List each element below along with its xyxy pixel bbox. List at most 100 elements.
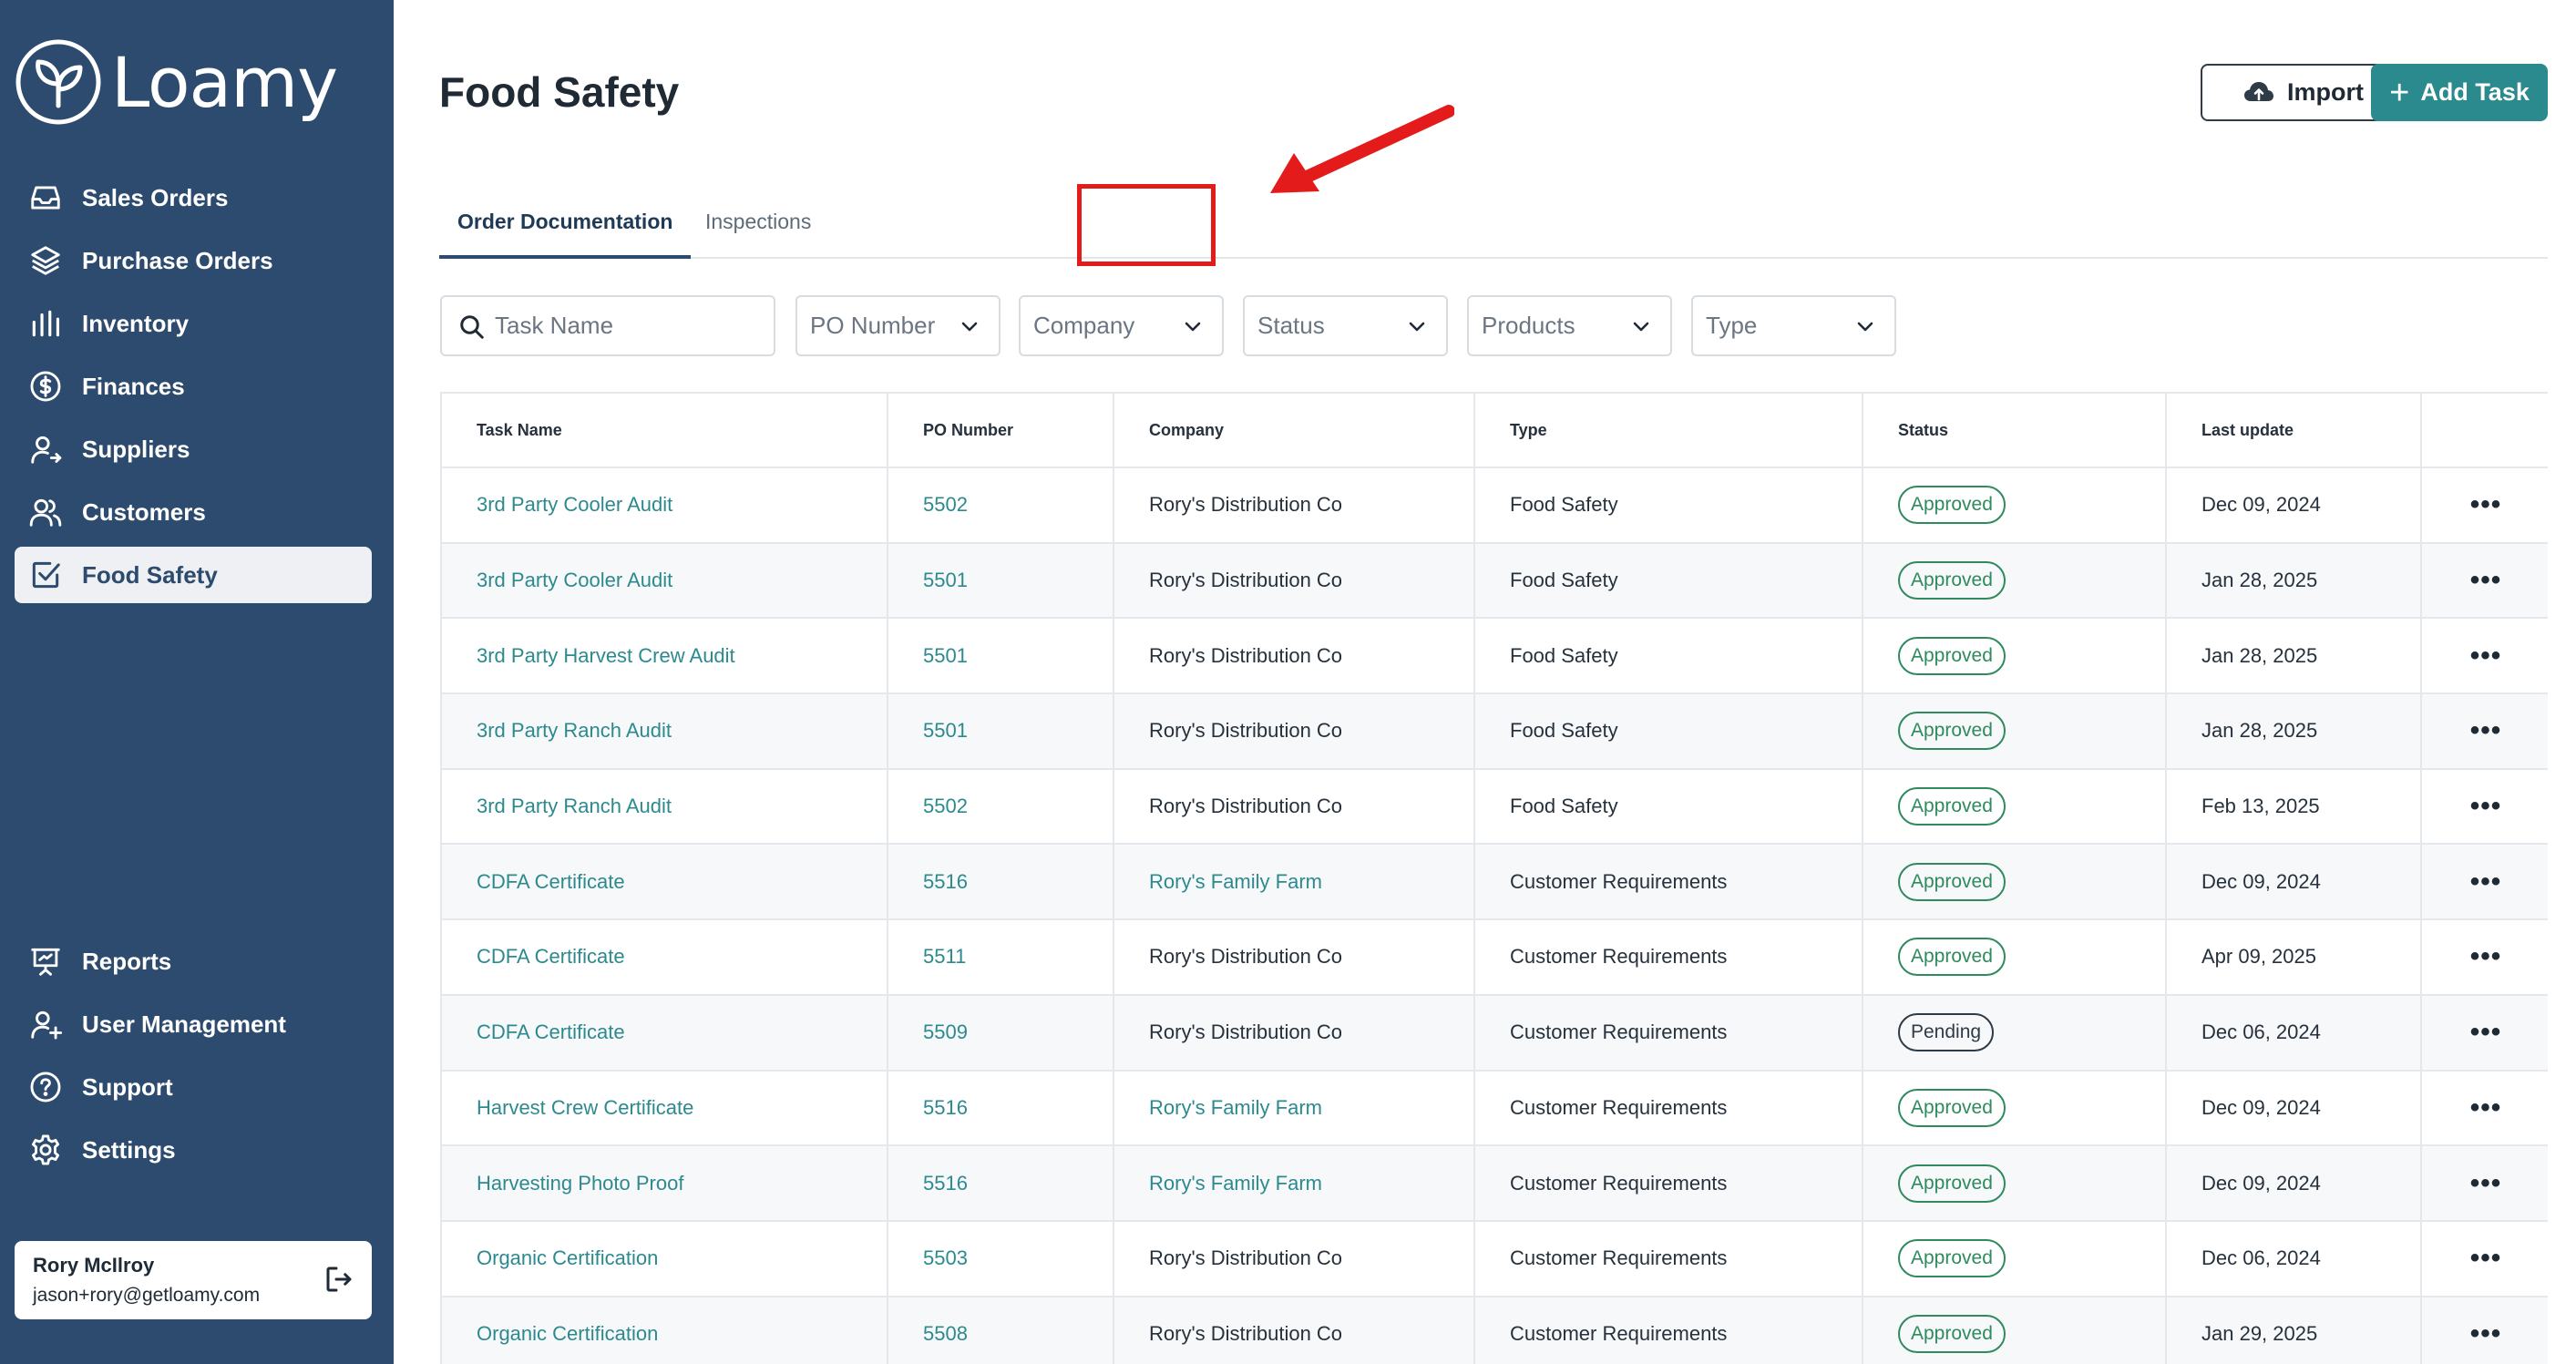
row-actions-cell: •••	[2422, 996, 2550, 1070]
table-header-row: Task Name PO Number Company Type Status …	[442, 394, 2548, 468]
table-row[interactable]: Harvesting Photo Proof 5516 Rory's Family …	[442, 1146, 2548, 1222]
po-number-link[interactable]: 5502	[923, 493, 968, 517]
more-options-icon[interactable]: •••	[2470, 717, 2502, 744]
type-cell: Customer Requirements	[1475, 1146, 1863, 1220]
task-name-link[interactable]: Organic Certification	[477, 1246, 658, 1270]
sidebar-item-finances[interactable]: Finances	[15, 358, 372, 415]
table-row[interactable]: 3rd Party Cooler Audit 5502 Rory's Distrib…	[442, 468, 2548, 544]
table-row[interactable]: Organic Certification 5503 Rory's Distribu…	[442, 1221, 2548, 1297]
task-name-search-input[interactable]: Task Name	[440, 295, 775, 356]
task-name-link[interactable]: 3rd Party Ranch Audit	[477, 795, 672, 818]
task-name-link[interactable]: CDFA Certificate	[477, 870, 625, 894]
po-number-link[interactable]: 5501	[923, 644, 968, 668]
company-cell: Rory's Distribution Co	[1114, 468, 1475, 542]
company-name[interactable]: Rory's Family Farm	[1149, 870, 1322, 894]
company-name[interactable]: Rory's Family Farm	[1149, 1096, 1322, 1120]
last-update-text: Dec 06, 2024	[2201, 1246, 2321, 1270]
type-text: Food Safety	[1510, 493, 1618, 517]
po-number-cell: 5503	[888, 1221, 1114, 1296]
status-filter[interactable]: Status	[1243, 295, 1448, 356]
sidebar-item-label: Settings	[82, 1135, 176, 1164]
table-row[interactable]: Harvest Crew Certificate 5516 Rory's Famil…	[442, 1071, 2548, 1147]
po-number-cell: 5516	[888, 1071, 1114, 1145]
logout-icon[interactable]	[323, 1263, 355, 1296]
company-cell: Rory's Family Farm	[1114, 1071, 1475, 1145]
users-icon	[27, 494, 64, 530]
sidebar-item-settings[interactable]: Settings	[15, 1122, 372, 1178]
sidebar-item-inventory[interactable]: Inventory	[15, 295, 372, 352]
po-number-link[interactable]: 5503	[923, 1246, 968, 1270]
task-name-link[interactable]: 3rd Party Cooler Audit	[477, 493, 672, 517]
table-row[interactable]: CDFA Certificate 5511 Rory's Distribution …	[442, 920, 2548, 996]
po-number-filter[interactable]: PO Number	[795, 295, 1001, 356]
po-number-link[interactable]: 5502	[923, 795, 968, 818]
po-number-link[interactable]: 5501	[923, 569, 968, 592]
column-header-type[interactable]: Type	[1475, 394, 1863, 467]
po-number-link[interactable]: 5511	[923, 945, 966, 969]
sidebar-item-purchase-orders[interactable]: Purchase Orders	[15, 232, 372, 289]
po-number-link[interactable]: 5509	[923, 1020, 968, 1044]
po-number-link[interactable]: 5516	[923, 1172, 968, 1195]
type-filter[interactable]: Type	[1691, 295, 1896, 356]
more-options-icon[interactable]: •••	[2470, 491, 2502, 518]
logo[interactable]: Loamy	[15, 36, 338, 128]
task-name-link[interactable]: CDFA Certificate	[477, 1020, 625, 1044]
last-update-cell: Dec 09, 2024	[2167, 1146, 2422, 1220]
task-name-link[interactable]: 3rd Party Harvest Crew Audit	[477, 644, 735, 668]
task-name-link[interactable]: CDFA Certificate	[477, 945, 625, 969]
column-header-last-update[interactable]: Last update	[2167, 394, 2422, 467]
table-row[interactable]: Organic Certification 5508 Rory's Distribu…	[442, 1297, 2548, 1364]
more-options-icon[interactable]: •••	[2470, 1169, 2502, 1197]
table-row[interactable]: 3rd Party Ranch Audit 5501 Rory's Distribu…	[442, 694, 2548, 770]
more-options-icon[interactable]: •••	[2470, 1019, 2502, 1046]
tab-bar: Order Documentation Inspections	[439, 193, 2548, 259]
table-row[interactable]: CDFA Certificate 5516 Rory's Family Farm Cu…	[442, 845, 2548, 921]
task-name-link[interactable]: 3rd Party Ranch Audit	[477, 719, 672, 743]
sidebar-item-sales-orders[interactable]: Sales Orders	[15, 169, 372, 226]
po-number-link[interactable]: 5508	[923, 1322, 968, 1346]
more-options-icon[interactable]: •••	[2470, 1245, 2502, 1272]
column-header-po-number[interactable]: PO Number	[888, 394, 1114, 467]
sidebar-item-customers[interactable]: Customers	[15, 484, 372, 540]
table-row[interactable]: 3rd Party Harvest Crew Audit 5501 Rory's D…	[442, 619, 2548, 695]
company-name[interactable]: Rory's Family Farm	[1149, 1172, 1322, 1195]
po-number-link[interactable]: 5501	[923, 719, 968, 743]
add-task-button[interactable]: + Add Task	[2371, 64, 2548, 121]
sidebar-item-food-safety[interactable]: Food Safety	[15, 547, 372, 603]
sidebar-item-suppliers[interactable]: Suppliers	[15, 421, 372, 477]
more-options-icon[interactable]: •••	[2470, 1319, 2502, 1348]
type-cell: Customer Requirements	[1475, 920, 1863, 994]
more-options-icon[interactable]: •••	[2470, 943, 2502, 970]
more-options-icon[interactable]: •••	[2470, 641, 2502, 670]
status-badge: Approved	[1898, 1239, 2006, 1278]
status-cell: Pending	[1863, 995, 2167, 1070]
task-name-link[interactable]: Organic Certification	[477, 1322, 658, 1346]
sidebar-item-label: Suppliers	[82, 435, 190, 463]
po-number-link[interactable]: 5516	[923, 1096, 968, 1120]
status-cell: Approved	[1863, 1297, 2167, 1364]
type-cell: Customer Requirements	[1475, 845, 1863, 919]
task-name-link[interactable]: Harvesting Photo Proof	[477, 1172, 683, 1195]
table-row[interactable]: CDFA Certificate 5509 Rory's Distribution …	[442, 995, 2550, 1072]
more-options-icon[interactable]: •••	[2470, 867, 2502, 896]
brand-name: Loamy	[111, 41, 338, 123]
sidebar-item-support[interactable]: Support	[15, 1059, 372, 1115]
task-name-link[interactable]: Harvest Crew Certificate	[477, 1096, 693, 1120]
presentation-icon	[27, 943, 64, 979]
table-row[interactable]: 3rd Party Cooler Audit 5501 Rory's Distrib…	[442, 543, 2548, 620]
more-options-icon[interactable]: •••	[2470, 567, 2502, 594]
sidebar-item-reports[interactable]: Reports	[15, 933, 372, 990]
more-options-icon[interactable]: •••	[2470, 1093, 2502, 1122]
more-options-icon[interactable]: •••	[2470, 793, 2502, 820]
task-name-link[interactable]: 3rd Party Cooler Audit	[477, 569, 672, 592]
tab-inspections[interactable]: Inspections	[687, 210, 829, 259]
products-filter[interactable]: Products	[1467, 295, 1672, 356]
table-row[interactable]: 3rd Party Ranch Audit 5502 Rory's Distribu…	[442, 769, 2548, 846]
sidebar-item-user-management[interactable]: User Management	[15, 996, 372, 1052]
tab-order-documentation[interactable]: Order Documentation	[439, 210, 692, 259]
column-header-task-name[interactable]: Task Name	[442, 394, 888, 467]
po-number-link[interactable]: 5516	[923, 870, 968, 894]
column-header-status[interactable]: Status	[1863, 394, 2167, 467]
column-header-company[interactable]: Company	[1114, 394, 1475, 467]
company-filter[interactable]: Company	[1019, 295, 1224, 356]
